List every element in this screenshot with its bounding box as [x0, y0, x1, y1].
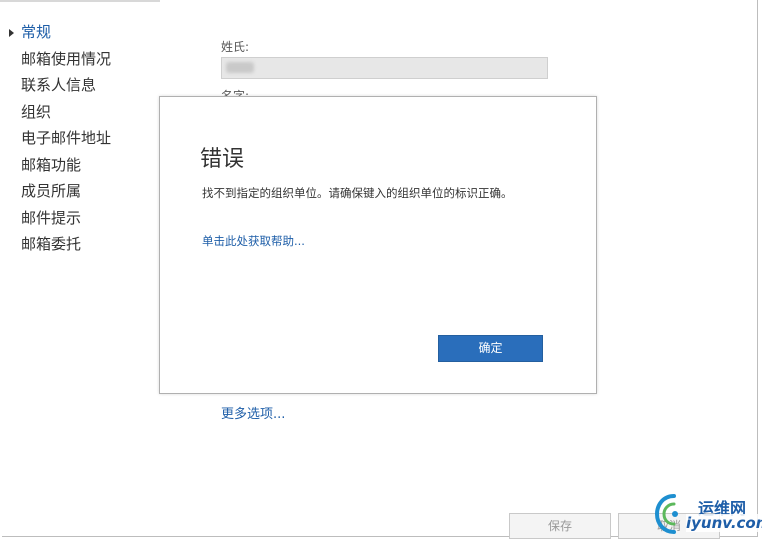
help-link[interactable]: 单击此处获取帮助... [202, 233, 305, 249]
nav-item-label: 常规 [21, 23, 52, 41]
nav-item-email-address[interactable]: 电子邮件地址 [0, 126, 180, 153]
error-dialog: 错误 找不到指定的组织单位。请确保键入的组织单位的标识正确。 单击此处获取帮助.… [159, 96, 597, 394]
nav-item-mailbox-usage[interactable]: 邮箱使用情况 [0, 47, 180, 74]
nav-item-mail-tip[interactable]: 邮件提示 [0, 206, 180, 233]
nav-item-label: 邮箱功能 [21, 155, 82, 174]
nav-item-mailbox-delegation[interactable]: 邮箱委托 [0, 232, 180, 259]
ok-button[interactable]: 确定 [438, 335, 543, 362]
nav-item-contact-info[interactable]: 联系人信息 [0, 73, 180, 100]
dialog-title: 错误 [200, 147, 245, 172]
nav-item-label: 联系人信息 [21, 76, 97, 94]
caret-right-icon [9, 29, 14, 37]
nav-item-label: 组织 [21, 102, 52, 121]
watermark-url-text: iyunv.com [686, 514, 762, 532]
more-options-link[interactable]: 更多选项... [221, 403, 285, 422]
nav-item-general[interactable]: 常规 [0, 20, 180, 47]
last-name-label: 姓氏: [221, 40, 250, 54]
top-strip [0, 0, 160, 2]
watermark: 运维网 iyunv.com [648, 490, 762, 538]
nav-item-member-of[interactable]: 成员所属 [0, 179, 180, 206]
last-name-input[interactable] [221, 57, 548, 79]
redacted-value [226, 62, 254, 73]
nav-item-organization[interactable]: 组织 [0, 100, 180, 127]
dialog-message: 找不到指定的组织单位。请确保键入的组织单位的标识正确。 [202, 186, 513, 200]
nav-item-label: 邮件提示 [21, 208, 82, 227]
left-nav: 常规 邮箱使用情况 联系人信息 组织 电子邮件地址 邮箱功能 成员所属 邮件提示… [0, 20, 180, 259]
nav-item-label: 邮箱委托 [21, 235, 82, 253]
nav-item-mailbox-features[interactable]: 邮箱功能 [0, 153, 180, 180]
nav-item-label: 电子邮件地址 [21, 129, 112, 147]
save-button[interactable]: 保存 [509, 513, 611, 539]
nav-item-label: 邮箱使用情况 [21, 49, 112, 68]
nav-item-label: 成员所属 [21, 182, 82, 200]
